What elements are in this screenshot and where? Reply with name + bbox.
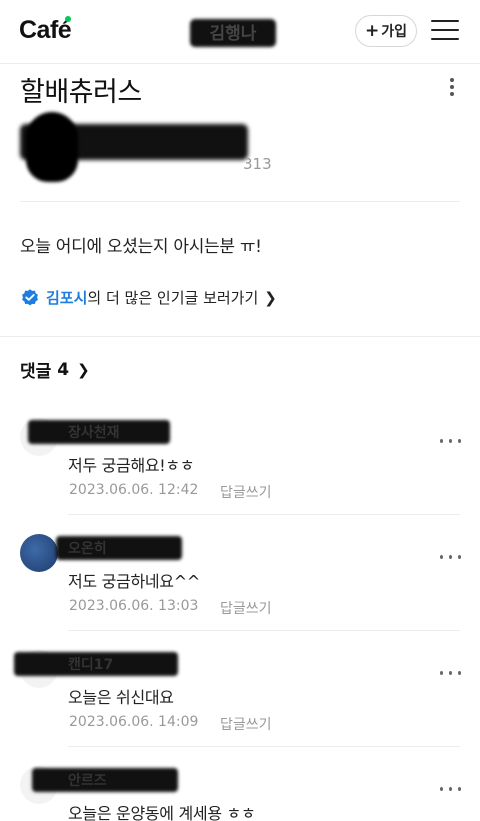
comments-header[interactable]: 댓글 4 ❯ bbox=[20, 357, 90, 383]
comment-more-icon[interactable] bbox=[438, 434, 462, 448]
comment-text: 저도 궁금하네요^^ bbox=[68, 572, 200, 591]
comment-item: 장사천재 저두 궁금해요!ㅎㅎ 2023.06.06. 12:42 답글쓰기 bbox=[0, 410, 480, 526]
view-count: 313 bbox=[243, 155, 272, 173]
comment-count: 4 bbox=[57, 359, 70, 380]
reply-button[interactable]: 답글쓰기 bbox=[220, 598, 272, 618]
author-avatar bbox=[26, 112, 78, 182]
popular-link-text: 의 더 많은 인기글 보러가기 bbox=[87, 289, 259, 307]
section-divider bbox=[0, 336, 480, 337]
region-name: 김포시 bbox=[46, 289, 88, 307]
comment-text: 저두 궁금해요!ㅎㅎ bbox=[68, 456, 195, 475]
divider bbox=[68, 630, 460, 631]
chevron-right-icon: ❯ bbox=[77, 360, 90, 379]
comment-more-icon[interactable] bbox=[438, 550, 462, 564]
comment-date: 2023.06.06. 13:03 bbox=[69, 598, 199, 614]
comment-more-icon[interactable] bbox=[438, 782, 462, 796]
hamburger-menu-icon[interactable] bbox=[431, 20, 459, 42]
comment-item: 오온히 저도 궁금하네요^^ 2023.06.06. 13:03 답글쓰기 bbox=[0, 526, 480, 642]
comment-item: 캔디17 오늘은 쉬신대요 2023.06.06. 14:09 답글쓰기 bbox=[0, 642, 480, 758]
plus-icon: + bbox=[364, 21, 380, 41]
comment-more-icon[interactable] bbox=[438, 666, 462, 680]
top-bar: Café 김행나 + 가입 bbox=[0, 0, 480, 64]
post-body: 오늘 어디에 오셨는지 아시는분 ㅠ! bbox=[20, 237, 262, 257]
comment-author[interactable]: 오온히 bbox=[68, 538, 107, 558]
join-button[interactable]: + 가입 bbox=[355, 15, 417, 47]
comment-text: 오늘은 운양동에 계세용 ㅎㅎ bbox=[68, 804, 256, 821]
post-more-icon[interactable] bbox=[442, 76, 462, 98]
divider bbox=[68, 746, 460, 747]
comment-author[interactable]: 안르즈 bbox=[68, 770, 107, 790]
comment-author[interactable]: 캔디17 bbox=[68, 654, 113, 674]
reply-button[interactable]: 답글쓰기 bbox=[220, 714, 272, 734]
cafe-name[interactable]: 김행나 bbox=[190, 19, 276, 47]
post-title: 할배츄러스 bbox=[20, 77, 142, 108]
author-info[interactable] bbox=[18, 112, 278, 184]
reply-button[interactable]: 답글쓰기 bbox=[220, 482, 272, 502]
comment-text: 오늘은 쉬신대요 bbox=[68, 688, 174, 707]
comment-avatar[interactable] bbox=[20, 534, 58, 572]
divider bbox=[68, 514, 460, 515]
comment-date: 2023.06.06. 12:42 bbox=[69, 482, 199, 498]
chevron-right-icon: ❯ bbox=[264, 288, 277, 307]
cafe-logo[interactable]: Café bbox=[19, 16, 77, 45]
comment-item: 안르즈 오늘은 운양동에 계세용 ㅎㅎ bbox=[0, 758, 480, 821]
divider bbox=[20, 201, 460, 202]
comment-date: 2023.06.06. 14:09 bbox=[69, 714, 199, 730]
comment-author[interactable]: 장사천재 bbox=[68, 422, 120, 442]
popular-posts-link[interactable]: 김포시 의 더 많은 인기글 보러가기 ❯ bbox=[20, 287, 277, 308]
verified-check-icon bbox=[22, 288, 38, 305]
